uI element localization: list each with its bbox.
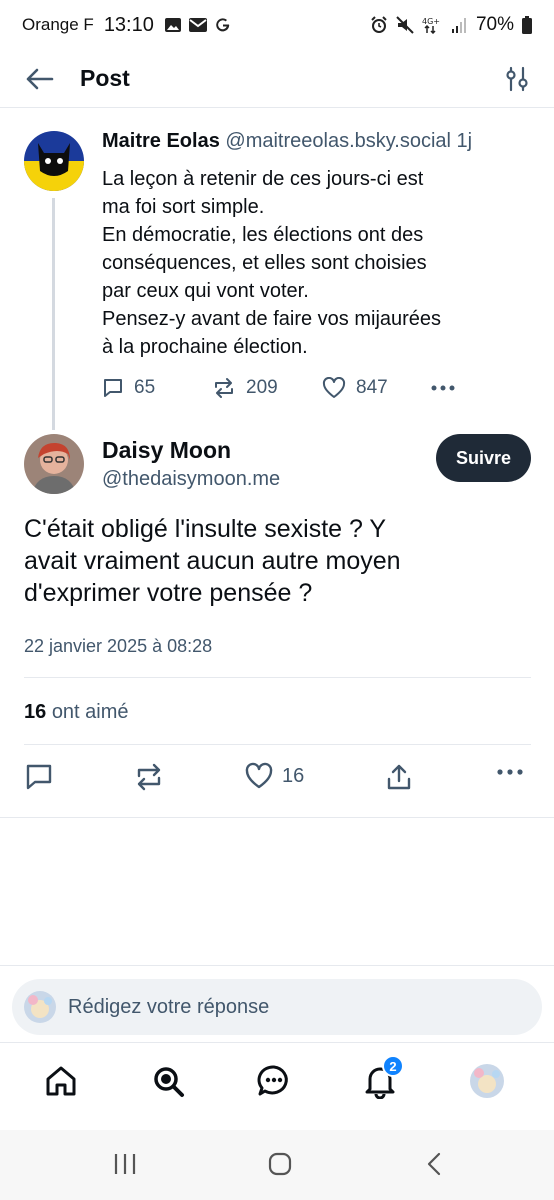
tab-profile[interactable] [467, 1061, 507, 1101]
repost-count: 209 [246, 377, 278, 398]
mobile-data-icon: 4G+ [422, 17, 440, 34]
more-options-button[interactable] [496, 768, 524, 776]
signal-icon [451, 18, 466, 33]
divider [0, 965, 554, 966]
repost-icon [137, 763, 161, 791]
notification-badge: 2 [382, 1055, 404, 1077]
post-text: C'était obligé l'insulte sexiste ? Y ava… [24, 515, 401, 607]
reply-icon [26, 764, 52, 790]
author-name[interactable]: Maitre Eolas [102, 130, 220, 152]
reply-button[interactable]: 65 [102, 377, 212, 399]
recent-apps-icon[interactable] [113, 1150, 137, 1178]
system-navigation-bar [0, 1130, 554, 1200]
gallery-icon [164, 18, 181, 32]
like-count: 16 [282, 764, 305, 787]
repost-button[interactable]: 209 [212, 377, 322, 399]
tab-notifications[interactable]: 2 [360, 1055, 404, 1101]
follow-button[interactable]: Suivre [436, 434, 531, 482]
share-button[interactable] [384, 762, 414, 792]
like-count: 847 [356, 377, 388, 398]
post-time-ago: 1j [456, 130, 473, 152]
home-circle-icon[interactable] [267, 1150, 293, 1178]
reply-placeholder: Rédigez votre réponse [68, 995, 270, 1018]
google-icon [216, 18, 230, 32]
parent-post-actions: 65 209 847 [102, 377, 542, 399]
tab-search[interactable] [148, 1061, 188, 1101]
avatar[interactable] [24, 131, 84, 191]
my-avatar-image [24, 991, 56, 1023]
main-post-actions: 16 [24, 762, 529, 798]
battery-icon [522, 16, 532, 34]
more-options-button[interactable] [430, 384, 456, 392]
notification-icons [164, 16, 232, 34]
author-name[interactable]: Daisy Moon [102, 437, 231, 464]
author-handle[interactable]: @maitreeolas.bsky.social [225, 130, 451, 152]
repost-button[interactable] [134, 762, 164, 792]
carrier-name: Orange F [22, 15, 94, 34]
likes-summary-count: 16 [24, 701, 47, 723]
heart-icon [322, 377, 346, 398]
like-button[interactable]: 16 [244, 762, 304, 790]
reply-count: 65 [134, 377, 156, 398]
divider [24, 744, 531, 745]
avatar[interactable] [24, 434, 84, 494]
parent-post-meta: Maitre Eolas @maitreeolas.bsky.social 1j [102, 130, 542, 153]
bottom-tab-bar: 2 [0, 1042, 554, 1130]
post-text: La leçon à retenir de ces jours-ci est m… [102, 168, 442, 358]
mail-icon [188, 18, 207, 32]
like-button[interactable]: 847 [322, 377, 430, 399]
share-icon [387, 764, 411, 790]
avatar-eolas-image [24, 131, 84, 191]
search-icon [154, 1067, 184, 1097]
alarm-icon [371, 16, 387, 33]
avatar-daisy-image [24, 434, 84, 494]
divider [24, 677, 531, 678]
likes-summary-label: ont aimé [51, 701, 129, 723]
tab-home[interactable] [41, 1061, 81, 1101]
parent-post[interactable]: Maitre Eolas @maitreeolas.bsky.social 1j… [102, 130, 542, 399]
divider [0, 817, 554, 818]
thread-settings-icon[interactable] [504, 66, 530, 92]
home-icon [46, 1066, 76, 1096]
tab-chat[interactable] [254, 1061, 294, 1101]
status-bar: Orange F 13:10 4G+ 70% [0, 0, 554, 50]
back-arrow-icon[interactable] [24, 67, 54, 91]
repost-icon [215, 378, 233, 398]
author-handle[interactable]: @thedaisymoon.me [102, 468, 280, 491]
reply-icon [104, 379, 122, 397]
more-dots-icon [497, 769, 523, 775]
profile-avatar-icon [470, 1064, 504, 1098]
likes-summary[interactable]: 16 ont aimé [24, 701, 129, 724]
my-avatar [24, 991, 56, 1023]
battery-level: 70% [475, 14, 514, 35]
heart-icon [245, 762, 273, 789]
post-date: 22 janvier 2025 à 08:28 [24, 636, 213, 656]
more-dots-icon [431, 385, 455, 391]
post-header: Post [0, 50, 554, 108]
thread-connector-line [52, 198, 55, 430]
chat-icon [257, 1065, 288, 1096]
reply-button[interactable] [24, 762, 54, 792]
back-chevron-icon[interactable] [424, 1150, 444, 1178]
mute-icon [396, 16, 414, 34]
svg-text:4G+: 4G+ [422, 17, 440, 26]
page-title: Post [80, 65, 130, 91]
reply-composer[interactable]: Rédigez votre réponse [12, 979, 542, 1035]
clock: 13:10 [103, 13, 154, 36]
